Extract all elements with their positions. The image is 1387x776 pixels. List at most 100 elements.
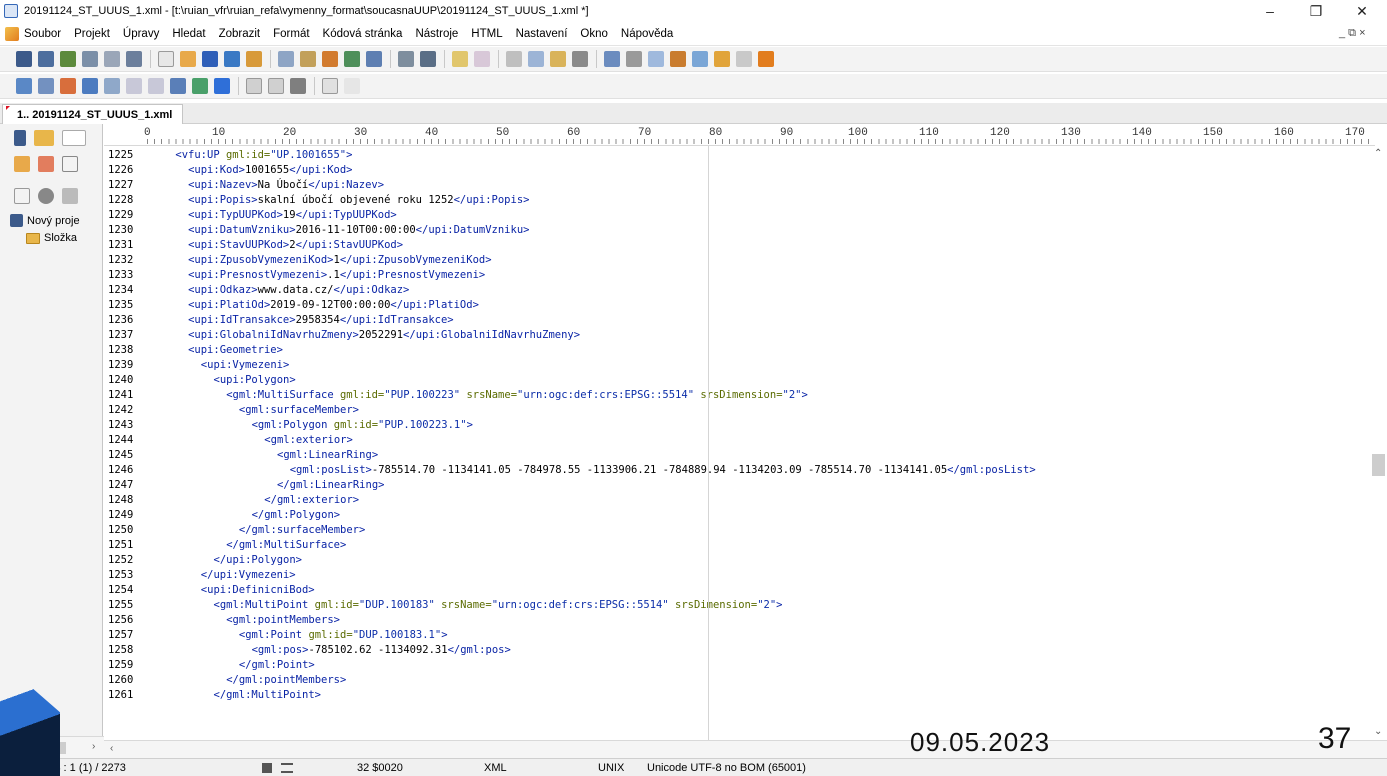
menu-upravy[interactable]: Úpravy: [123, 28, 159, 40]
tag-close-icon[interactable]: [148, 78, 164, 94]
minimize-button[interactable]: –: [1247, 0, 1293, 22]
tools-icon[interactable]: [62, 188, 78, 204]
tree-item-project[interactable]: Nový proje: [10, 214, 80, 227]
code-editor[interactable]: <vfu:UP gml:id="UP.1001655"> <upi:Kod>100…: [150, 146, 1370, 740]
word-wrap-icon[interactable]: [604, 51, 620, 67]
tab-document[interactable]: 1.. 20191124_ST_UUUS_1.xml: [2, 104, 184, 124]
show-whitespace-icon[interactable]: [626, 51, 642, 67]
scroll-left-icon[interactable]: ‹: [110, 743, 113, 754]
line-numbers-icon[interactable]: [648, 51, 664, 67]
find-icon[interactable]: [278, 51, 294, 67]
redo-icon[interactable]: [474, 51, 490, 67]
xml-text: 2052291: [358, 329, 404, 341]
maximize-button[interactable]: ❐: [1293, 0, 1339, 22]
code-line: <gml:pos>-785102.62 -1134092.31</gml:pos…: [252, 643, 511, 658]
compare-icon[interactable]: [366, 51, 382, 67]
run-icon[interactable]: [246, 78, 262, 94]
vertical-scrollbar[interactable]: ⌃ ⌄: [1370, 146, 1387, 740]
line-number: 1242: [108, 404, 134, 416]
menu-projekt[interactable]: Projekt: [74, 28, 110, 40]
pin-icon[interactable]: [758, 51, 774, 67]
html-text-icon[interactable]: [104, 78, 120, 94]
find-in-files-icon[interactable]: [322, 51, 338, 67]
new-icon[interactable]: [16, 51, 32, 67]
print-icon[interactable]: [420, 51, 436, 67]
indent-icon[interactable]: [16, 78, 32, 94]
menu-kodova-stranka[interactable]: Kódová stránka: [323, 28, 403, 40]
toolbar-separator: [314, 77, 315, 95]
code-line: <gml:exterior>: [264, 433, 353, 448]
status-encoding[interactable]: Unicode UTF-8 no BOM (65001): [647, 762, 806, 774]
xml-text: www.data.cz/: [257, 284, 334, 296]
scroll-down-icon[interactable]: ⌄: [1374, 726, 1382, 737]
panel-scroll-right-icon[interactable]: ›: [92, 741, 95, 752]
terminal-icon[interactable]: [290, 78, 306, 94]
code-line: <upi:Odkaz>www.data.cz/</upi:Odkaz>: [188, 283, 409, 298]
code-line: <upi:DatumVzniku>2016-11-10T00:00:00</up…: [188, 223, 529, 238]
new-document-icon[interactable]: [158, 51, 174, 67]
xml-attribute: srsName=: [441, 599, 492, 611]
preview-icon[interactable]: [398, 51, 414, 67]
google-icon[interactable]: [214, 78, 230, 94]
horizontal-scrollbar[interactable]: ‹: [104, 740, 1387, 758]
status-eol[interactable]: UNIX: [598, 762, 624, 774]
vertical-scroll-thumb[interactable]: [1372, 454, 1385, 476]
goto-icon[interactable]: [344, 51, 360, 67]
xml-tag: </upi:Vymezeni>: [200, 569, 296, 581]
spell-icon[interactable]: [736, 51, 752, 67]
save-icon[interactable]: [202, 51, 218, 67]
open-icon[interactable]: [180, 51, 196, 67]
status-syntax[interactable]: XML: [484, 762, 507, 774]
menu-zobrazit[interactable]: Zobrazit: [219, 28, 261, 40]
xml-attribute: srsDimension=: [700, 389, 783, 401]
filter-icon[interactable]: [192, 78, 208, 94]
replace-icon[interactable]: [300, 51, 316, 67]
code-line: <upi:ZpusobVymezeniKod>1</upi:ZpusobVyme…: [188, 253, 491, 268]
tag-icon[interactable]: [126, 78, 142, 94]
code-line: <upi:Popis>skalní úbočí objevené roku 12…: [188, 193, 529, 208]
menu-hledat[interactable]: Hledat: [172, 28, 205, 40]
console-icon[interactable]: [268, 78, 284, 94]
lock-icon[interactable]: [714, 51, 730, 67]
stop-icon[interactable]: [322, 78, 338, 94]
panel-nav-arrows[interactable]: [62, 130, 86, 146]
scroll-up-icon[interactable]: ⌃: [1374, 148, 1382, 159]
menu-html[interactable]: HTML: [471, 28, 502, 40]
close-button[interactable]: ✕: [1339, 0, 1385, 22]
add-folder-icon[interactable]: [14, 156, 30, 172]
link-icon[interactable]: [344, 78, 360, 94]
mdi-window-controls[interactable]: _ ⧉ ×: [1339, 27, 1366, 40]
delete-icon[interactable]: [572, 51, 588, 67]
new-html-icon[interactable]: [104, 51, 120, 67]
syntax-icon[interactable]: [670, 51, 686, 67]
xml-value: "urn:ogc:def:crs:EPSG::5514": [491, 599, 676, 611]
format-xml-icon[interactable]: [38, 78, 54, 94]
info-icon[interactable]: [38, 188, 54, 204]
template-icon[interactable]: [82, 51, 98, 67]
new-project-icon[interactable]: [38, 51, 54, 67]
tidy-icon[interactable]: [82, 78, 98, 94]
remove-folder-icon[interactable]: [38, 156, 54, 172]
cut-icon[interactable]: [506, 51, 522, 67]
menu-soubor[interactable]: Soubor: [24, 28, 61, 40]
menu-okno[interactable]: Okno: [580, 28, 608, 40]
project-icon[interactable]: [126, 51, 142, 67]
add-file-icon[interactable]: [60, 51, 76, 67]
ruler-icon[interactable]: [692, 51, 708, 67]
xml-tag: </upi:TypUUPKod>: [295, 209, 397, 221]
folder-tab-icon[interactable]: [34, 130, 54, 146]
copy-icon[interactable]: [528, 51, 544, 67]
reload-icon[interactable]: [246, 51, 262, 67]
undo-icon[interactable]: [452, 51, 468, 67]
browser-icon[interactable]: [60, 78, 76, 94]
web-icon[interactable]: [170, 78, 186, 94]
tree-item-folder[interactable]: Složka: [26, 232, 77, 244]
paste-icon[interactable]: [550, 51, 566, 67]
menu-format[interactable]: Formát: [273, 28, 309, 40]
save-all-icon[interactable]: [224, 51, 240, 67]
menu-napoveda[interactable]: Nápověda: [621, 28, 673, 40]
menu-nastaveni[interactable]: Nastavení: [516, 28, 568, 40]
folder-outline-icon[interactable]: [14, 188, 30, 204]
open-folder-icon[interactable]: [62, 156, 78, 172]
menu-nastroje[interactable]: Nástroje: [415, 28, 458, 40]
